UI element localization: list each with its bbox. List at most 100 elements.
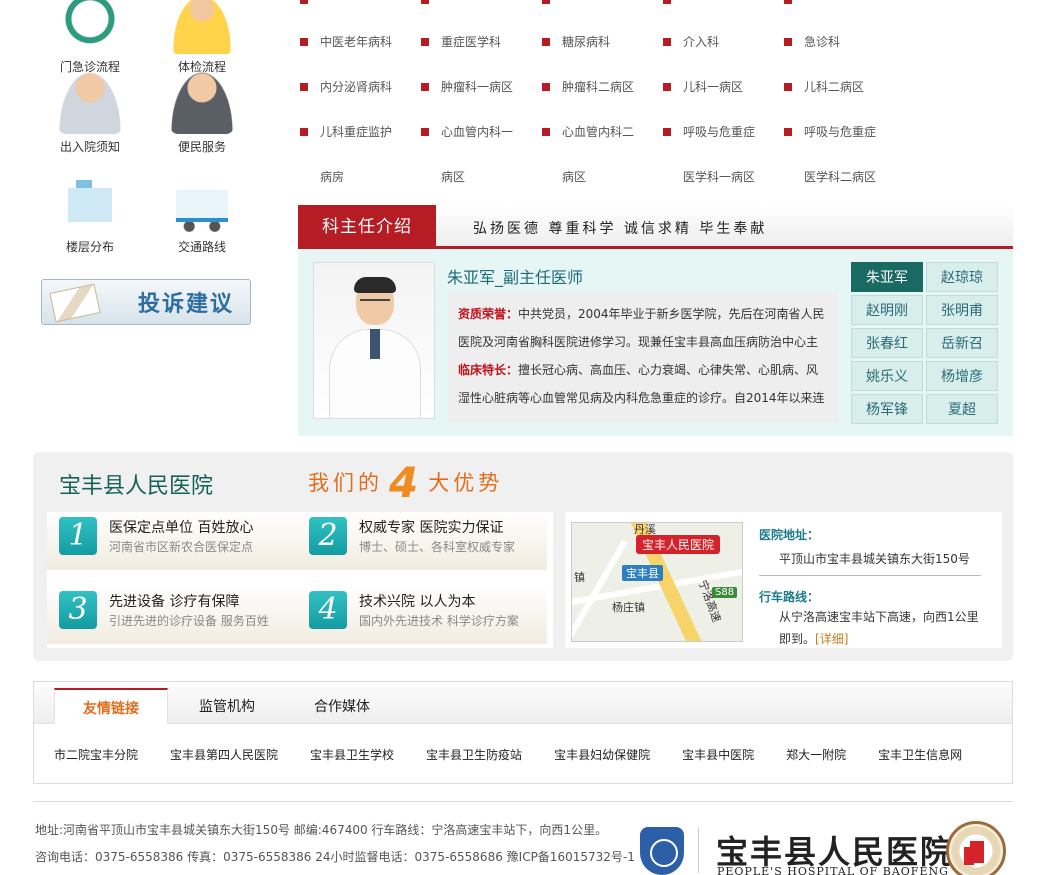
number-badge-icon: 1 xyxy=(59,517,97,555)
advantages-grid: 1 医保定点单位 百姓放心 河南省市区新农合医保定点 2 权威专家 医院实力保证… xyxy=(47,512,553,648)
bullet-icon xyxy=(421,38,429,46)
advantage-item: 3 先进设备 诊疗有保障 引进先进的诊疗设备 服务百姓 xyxy=(47,586,297,644)
department-link[interactable]: 急诊科 xyxy=(784,32,905,52)
map-road-label: 宁洛高速 xyxy=(695,578,724,625)
honor-label: 资质荣誉： xyxy=(458,307,519,321)
building-icon xyxy=(58,170,122,234)
department-link[interactable]: 呼吸与危重症 xyxy=(663,122,784,142)
doctor-tab[interactable]: 岳新召 xyxy=(926,328,998,358)
quick-link-traffic[interactable]: 交通路线 xyxy=(152,170,252,255)
department-link[interactable]: 糖尿病科 xyxy=(542,32,663,52)
link-list: 市二院宝丰分院 宝丰县第四人民医院 宝丰县卫生学校 宝丰县卫生防疫站 宝丰县妇幼… xyxy=(54,746,994,763)
department-row: 内分泌肾病科 肿瘤科一病区 肿瘤科二病区 儿科一病区 儿科二病区 xyxy=(300,77,905,97)
department-link[interactable]: 心血管内科二 xyxy=(542,122,663,142)
quick-link-label: 交通路线 xyxy=(177,240,226,254)
department-row: 中医老年病科 重症医学科 糖尿病科 介入科 急诊科 xyxy=(300,32,905,52)
department-link[interactable]: 儿科二病区 xyxy=(784,77,905,97)
advantage-title: 先进设备 诊疗有保障 xyxy=(109,594,240,610)
doctor-tab[interactable]: 赵琼琼 xyxy=(926,262,998,292)
quick-link-floors[interactable]: 楼层分布 xyxy=(40,170,140,255)
department-link[interactable]: 重症医学科 xyxy=(421,32,542,52)
department-link[interactable]: 儿科一病区 xyxy=(663,77,784,97)
ambulance-icon xyxy=(170,170,234,234)
department-link[interactable]: 儿科重症监护 xyxy=(300,122,421,142)
number-badge-icon: 2 xyxy=(309,517,347,555)
specialty-label: 临床特长： xyxy=(458,363,519,377)
department-link-continued[interactable]: 病房 xyxy=(300,167,421,187)
person-icon xyxy=(170,0,234,54)
quick-link-service[interactable]: 便民服务 xyxy=(152,70,252,155)
friend-link[interactable]: 郑大一附院 xyxy=(786,746,846,763)
department-link-continued[interactable]: 医学科一病区 xyxy=(663,167,784,187)
advantage-item: 4 技术兴院 以人为本 国内外先进技术 科学诊疗方案 xyxy=(297,586,547,644)
bullet-icon xyxy=(300,128,308,136)
location-map[interactable]: 丹溪 宝丰人民医院 宝丰县 镇 杨庄镇 宁洛高速 S88 xyxy=(571,522,743,642)
clock-icon xyxy=(58,0,122,54)
bullet-icon xyxy=(663,128,671,136)
quick-link-admission[interactable]: 出入院须知 xyxy=(40,70,140,155)
department-link-continued[interactable]: 医学科二病区 xyxy=(784,167,905,187)
advantage-desc: 河南省市区新农合医保定点 xyxy=(109,540,254,554)
tab-regulators[interactable]: 监管机构 xyxy=(170,688,284,724)
friend-link[interactable]: 宝丰县中医院 xyxy=(682,746,754,763)
friend-link[interactable]: 宝丰县妇幼保健院 xyxy=(554,746,650,763)
doctor-tab[interactable]: 朱亚军 xyxy=(851,262,923,292)
friend-link[interactable]: 宝丰县第四人民医院 xyxy=(170,746,278,763)
department-link[interactable]: 介入科 xyxy=(663,32,784,52)
department-link-continued[interactable]: 病区 xyxy=(542,167,663,187)
bullet-icon xyxy=(421,128,429,136)
department-row-continued: 病房 病区 病区 医学科一病区 医学科二病区 xyxy=(300,167,905,187)
director-panel: 朱亚军_副主任医师 资质荣誉：中共党员，2004年毕业于新乡医学院，先后在河南省… xyxy=(298,250,1013,436)
advantages-slogan: 我们的 4 大优势 xyxy=(308,457,504,507)
department-link[interactable]: 内分泌肾病科 xyxy=(300,77,421,97)
complaint-button[interactable]: 投诉建议 xyxy=(41,279,251,325)
friend-link[interactable]: 宝丰县卫生防疫站 xyxy=(426,746,522,763)
director-tab[interactable]: 科主任介绍 xyxy=(298,205,436,246)
bullet-icon xyxy=(300,38,308,46)
doctor-name-title[interactable]: 朱亚军_副主任医师 xyxy=(447,264,583,288)
bullet-icon xyxy=(542,38,550,46)
advantage-title: 权威专家 医院实力保证 xyxy=(359,520,504,536)
map-place-label: 杨庄镇 xyxy=(612,601,645,614)
advantage-title: 技术兴院 以人为本 xyxy=(359,594,476,610)
bullet-icon xyxy=(663,83,671,91)
quick-link-emergency[interactable]: 门急诊流程 xyxy=(40,0,140,75)
department-link-continued[interactable]: 病区 xyxy=(421,167,542,187)
route-label: 行车路线： xyxy=(759,590,820,604)
more-link[interactable]: [详细] xyxy=(815,632,848,646)
bullet-icon xyxy=(784,38,792,46)
department-link[interactable]: 肿瘤科一病区 xyxy=(421,77,542,97)
department-link[interactable]: 心血管内科一 xyxy=(421,122,542,142)
department-link[interactable]: 呼吸与危重症 xyxy=(784,122,905,142)
doctor-tab[interactable]: 张明甫 xyxy=(926,295,998,325)
quick-link-label: 出入院须知 xyxy=(59,140,120,154)
quick-link-label: 楼层分布 xyxy=(65,240,114,254)
location-panel: 丹溪 宝丰人民医院 宝丰县 镇 杨庄镇 宁洛高速 S88 医院地址： 平顶山市宝… xyxy=(565,512,1002,648)
hospital-title: 宝丰县人民医院 xyxy=(59,474,214,499)
route-text: 从宁洛高速宝丰站下高速，向西1公里即到。[详细] xyxy=(779,610,979,646)
bullet-icon xyxy=(542,128,550,136)
footer-address: 地址:河南省平顶山市宝丰县城关镇东大街150号 邮编:467400 行车路线：宁… xyxy=(35,823,608,837)
doctor-tab[interactable]: 杨增彦 xyxy=(926,361,998,391)
department-link[interactable]: 肿瘤科二病区 xyxy=(542,77,663,97)
quick-link-checkup[interactable]: 体检流程 xyxy=(152,0,252,75)
number-badge-icon: 4 xyxy=(309,591,347,629)
tab-friend-links[interactable]: 友情链接 xyxy=(54,688,168,724)
tab-media[interactable]: 合作媒体 xyxy=(285,688,399,724)
doctor-icon xyxy=(58,70,122,134)
doctor-tab[interactable]: 杨军锋 xyxy=(851,394,923,424)
doctor-tab[interactable]: 姚乐义 xyxy=(851,361,923,391)
doctor-tab[interactable]: 张春红 xyxy=(851,328,923,358)
advantage-desc: 引进先进的诊疗设备 服务百姓 xyxy=(109,614,269,628)
divider xyxy=(759,575,981,576)
doctor-tab[interactable]: 夏超 xyxy=(926,394,998,424)
address-text: 平顶山市宝丰县城关镇东大街150号 xyxy=(779,552,970,566)
friend-link[interactable]: 宝丰县卫生学校 xyxy=(310,746,394,763)
doctor-tab[interactable]: 赵明刚 xyxy=(851,295,923,325)
friend-link[interactable]: 宝丰卫生信息网 xyxy=(878,746,962,763)
page: 门急诊流程 体检流程 出入院须知 便民服务 楼层分布 交通路线 投诉建议 中医老… xyxy=(0,0,1060,875)
footer-logo: 宝丰县人民医院 PEOPLE'S HOSPITAL OF BAOFENG xyxy=(640,821,1010,875)
department-row: 儿科重症监护 心血管内科一 心血管内科二 呼吸与危重症 呼吸与危重症 xyxy=(300,122,905,142)
friend-link[interactable]: 市二院宝丰分院 xyxy=(54,746,138,763)
department-link[interactable]: 中医老年病科 xyxy=(300,32,421,52)
